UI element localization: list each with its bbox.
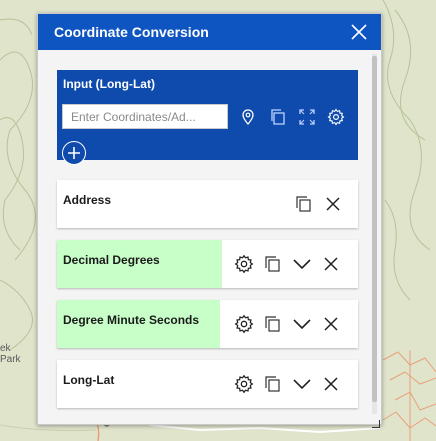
output-card-decimal-degrees: Decimal Degrees [57,240,358,288]
location-pin-icon [242,109,254,125]
remove-button[interactable] [321,254,341,274]
settings-button[interactable] [327,108,345,126]
input-panel: Input (Long-Lat) [57,70,358,165]
input-title: Input (Long-Lat) [63,77,155,91]
gear-icon [234,374,254,394]
map-label: Park [0,354,21,365]
expand-card-button[interactable] [292,254,312,274]
output-card-address: Address [57,180,358,228]
close-button[interactable] [349,22,369,42]
coordinate-input[interactable] [62,104,228,129]
close-icon [324,257,338,271]
settings-button[interactable] [234,254,254,274]
remove-button[interactable] [321,374,341,394]
card-label-area: Address [57,180,207,228]
widget-header: Coordinate Conversion [38,14,381,50]
output-card-long-lat: Long-Lat [57,360,358,408]
card-label-area: Long-Lat [57,360,207,408]
coordinate-conversion-widget: Coordinate Conversion Input (Long-Lat) E… [37,13,382,429]
copy-button[interactable] [263,254,283,274]
settings-button[interactable] [234,314,254,334]
gear-icon [234,314,254,334]
map-label: ek [0,343,11,354]
card-label-area: Decimal Degrees [57,240,222,288]
chevron-down-icon [293,379,311,390]
expand-card-button[interactable] [292,374,312,394]
locate-button[interactable] [239,108,257,126]
copy-icon [265,256,280,272]
expand-card-button[interactable] [292,314,312,334]
widget-title: Coordinate Conversion [54,24,209,40]
resize-grip-icon [372,420,381,429]
remove-button[interactable] [323,194,343,214]
chevron-down-icon [293,319,311,330]
copy-button[interactable] [263,374,283,394]
copy-button[interactable] [269,108,287,126]
expand-icon [299,109,315,125]
chevron-down-icon [293,259,311,270]
card-label: Long-Lat [63,373,115,387]
expand-button[interactable] [298,108,316,126]
close-icon [326,197,340,211]
close-icon [324,377,338,391]
remove-button[interactable] [321,314,341,334]
output-card-degree-minute-seconds: Degree Minute Seconds [57,300,358,348]
scrollbar-thumb[interactable] [372,56,377,402]
gear-icon [327,108,345,126]
add-icon [68,147,80,159]
widget-body: Input (Long-Lat) Enter Coordinates/Ad...… [38,50,381,424]
copy-button[interactable] [263,314,283,334]
close-icon [351,24,367,40]
add-conversion-button[interactable] [62,141,86,165]
copy-icon [265,376,280,392]
copy-button[interactable] [294,194,314,214]
gear-icon [234,254,254,274]
card-label-area: Degree Minute Seconds [57,300,220,348]
copy-icon [265,316,280,332]
close-icon [324,317,338,331]
card-label: Decimal Degrees [63,253,160,267]
card-label: Address [63,193,112,207]
card-label: Degree Minute Seconds [63,313,200,327]
copy-icon [296,196,311,212]
settings-button[interactable] [234,374,254,394]
copy-icon [271,109,285,125]
resize-handle[interactable] [372,415,381,429]
